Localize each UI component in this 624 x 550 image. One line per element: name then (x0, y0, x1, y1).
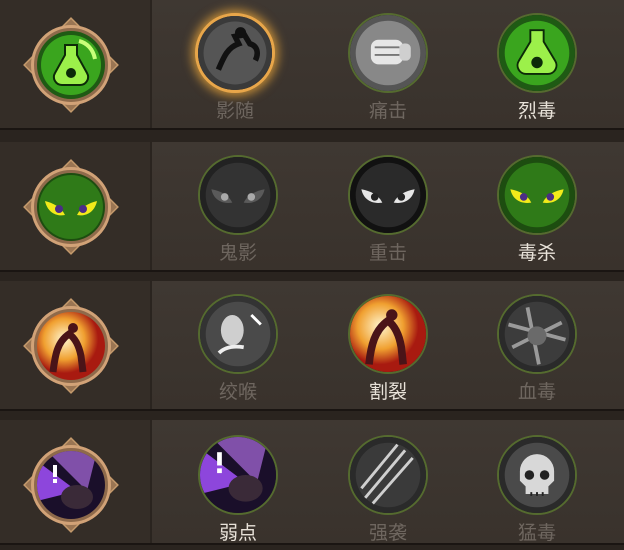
skill-fierce-venom[interactable]: 猛毒 (492, 430, 582, 550)
skill-fierce-poison[interactable]: 烈毒 (492, 8, 582, 128)
skill-label: 强袭 (368, 522, 407, 544)
skill-label: 重击 (368, 242, 407, 264)
main-skill-poison-bottle[interactable] (23, 17, 119, 113)
glowing-eyes-icon (37, 173, 105, 241)
fist-icon (348, 13, 428, 93)
skill-label: 弱点 (218, 522, 257, 544)
skill-blood-poison[interactable]: 血毒 (492, 289, 582, 409)
skill-label: 绞喉 (218, 381, 257, 403)
blood-poison-icon (497, 294, 577, 374)
glowing-eyes-icon (497, 155, 577, 235)
skill-shadow-follow[interactable]: 影随 (190, 8, 280, 128)
main-skill-weak-point[interactable] (23, 437, 119, 533)
strangle-icon (198, 294, 278, 374)
skill-ghost-shadow[interactable]: 鬼影 (193, 150, 283, 270)
weak-point-icon (198, 435, 278, 515)
skill-row-2: 鬼影 重击 毒杀 (0, 142, 624, 272)
skill-rend[interactable]: 割裂 (343, 289, 433, 409)
skill-row-1: 影随 痛击 烈毒 (0, 0, 624, 130)
skill-label: 割裂 (368, 381, 407, 403)
skill-strangle[interactable]: 绞喉 (193, 289, 283, 409)
skill-label: 鬼影 (218, 242, 257, 264)
skill-row-3: 绞喉 割裂 血毒 (0, 281, 624, 411)
poison-bottle-icon (37, 31, 105, 99)
main-skill-bleeding-figure[interactable] (23, 298, 119, 394)
shadow-figure-icon (195, 13, 275, 93)
skill-label: 猛毒 (517, 522, 556, 544)
skill-poison-kill[interactable]: 毒杀 (492, 150, 582, 270)
poison-bottle-icon (497, 13, 577, 93)
weak-point-icon (37, 451, 105, 519)
skill-heavy-hit[interactable]: 重击 (343, 150, 433, 270)
skill-label: 毒杀 (517, 242, 556, 264)
skill-row-4: 弱点 强袭 猛毒 (0, 420, 624, 545)
skill-label: 烈毒 (517, 100, 556, 122)
ghost-eyes-icon (198, 155, 278, 235)
skill-label: 血毒 (517, 381, 556, 403)
skill-label: 痛击 (368, 100, 407, 122)
skill-weak-point[interactable]: 弱点 (193, 430, 283, 550)
owl-eyes-icon (348, 155, 428, 235)
skill-label: 影随 (215, 100, 254, 122)
skill-heavy-strike[interactable]: 痛击 (343, 8, 433, 128)
bleeding-figure-icon (37, 312, 105, 380)
main-skill-glowing-eyes[interactable] (23, 159, 119, 255)
skull-icon (497, 435, 577, 515)
skill-assault[interactable]: 强袭 (343, 430, 433, 550)
slash-icon (348, 435, 428, 515)
bleeding-figure-icon (348, 294, 428, 374)
